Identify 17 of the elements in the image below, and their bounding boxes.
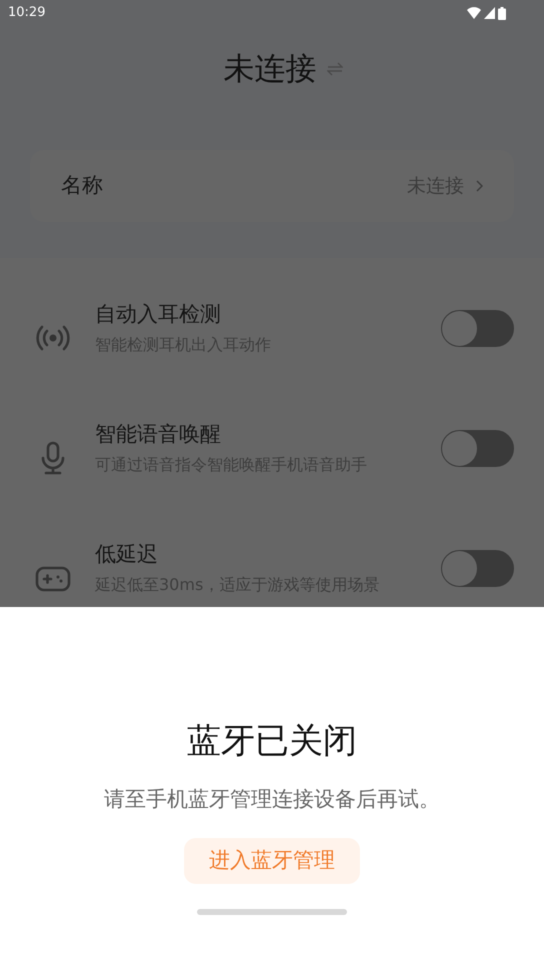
sheet-title: 蓝牙已关闭	[187, 720, 357, 763]
status-time: 10:29	[8, 4, 46, 22]
setting-title: 智能语音唤醒	[95, 421, 222, 448]
setting-title: 低延迟	[95, 541, 159, 568]
sheet-message: 请至手机蓝牙管理连接设备后再试。	[104, 786, 440, 813]
toggle-switch[interactable]	[441, 430, 514, 466]
switch-arrows-icon	[326, 62, 342, 76]
signal-icon	[484, 7, 495, 19]
battery-icon	[498, 6, 506, 20]
page-title: 未连接	[224, 50, 316, 89]
chevron-right-icon	[476, 180, 483, 192]
wifi-icon	[467, 7, 481, 19]
toggle-switch[interactable]	[441, 310, 514, 346]
name-label: 名称	[61, 172, 103, 200]
setting-title: 自动入耳检测	[95, 301, 222, 328]
bluetooth-settings-button[interactable]: 进入蓝牙管理	[184, 838, 360, 884]
toggle-switch[interactable]	[441, 550, 514, 586]
